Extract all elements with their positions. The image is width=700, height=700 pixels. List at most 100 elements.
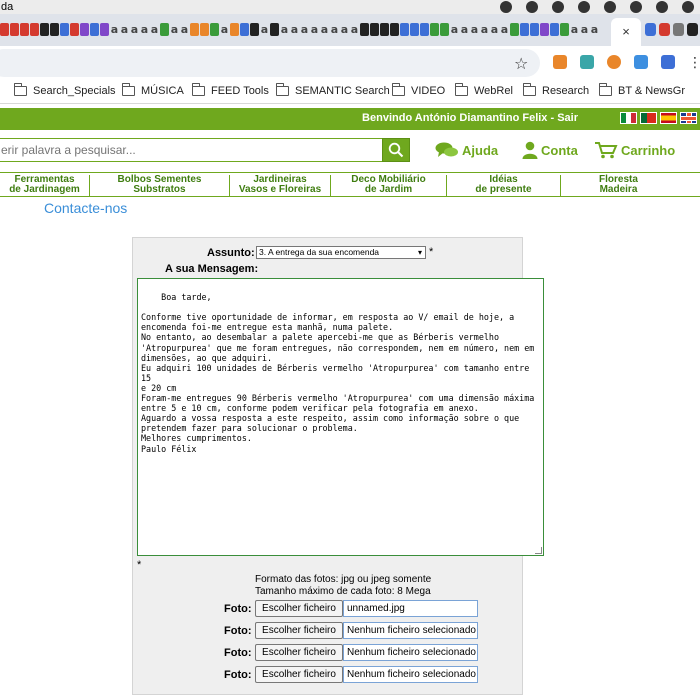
tab-favicon[interactable] (160, 23, 169, 36)
tab-favicon[interactable] (360, 23, 369, 36)
tab-favicon[interactable] (659, 23, 670, 36)
tab-favicon[interactable]: a (340, 23, 349, 36)
tab-favicon[interactable] (50, 23, 59, 36)
tab-favicon[interactable] (0, 23, 9, 36)
file-name-field[interactable]: Nenhum ficheiro selecionado (343, 622, 478, 639)
tab-favicon[interactable] (530, 23, 539, 36)
tab-favicon[interactable] (20, 23, 29, 36)
tail-tabs[interactable] (645, 23, 698, 36)
tab-favicon[interactable] (70, 23, 79, 36)
tab-favicon[interactable] (30, 23, 39, 36)
file-name-field[interactable]: unnamed.jpg (343, 600, 478, 617)
tab-favicon[interactable]: a (460, 23, 469, 36)
file-name-field[interactable]: Nenhum ficheiro selecionado (343, 666, 478, 683)
tab-favicon[interactable] (240, 23, 249, 36)
tab-favicon[interactable] (400, 23, 409, 36)
tab-favicon[interactable]: a (480, 23, 489, 36)
portuguese-flag-icon[interactable] (640, 112, 657, 124)
tab-favicon[interactable]: a (470, 23, 479, 36)
bookmark-folder[interactable]: MÚSICA (121, 83, 184, 97)
tab-favicon[interactable] (430, 23, 439, 36)
tab-favicon[interactable]: a (330, 23, 339, 36)
bookmark-folder[interactable]: WebRel (454, 83, 513, 97)
tab-favicon[interactable]: a (310, 23, 319, 36)
bookmark-folder[interactable]: VIDEO (391, 83, 445, 97)
tab-favicon[interactable]: a (300, 23, 309, 36)
bookmark-folder[interactable]: Search_Specials (13, 83, 116, 97)
tab-favicon[interactable] (100, 23, 109, 36)
bookmark-folder[interactable]: SEMANTIC Search (275, 83, 390, 97)
choose-file-button[interactable]: Escolher ficheiro (255, 600, 343, 617)
tab-favicon[interactable] (673, 23, 684, 36)
browser-menu-icon[interactable]: ⋮ (688, 54, 700, 71)
tray-icon[interactable] (682, 1, 694, 13)
tab-favicon[interactable] (200, 23, 209, 36)
account-link[interactable]: Conta (522, 141, 578, 159)
tray-icon[interactable] (578, 1, 590, 13)
category-item[interactable]: Jardineiras Vasos e Floreiras (229, 175, 330, 197)
bookmark-folder[interactable]: BT & NewsGr (598, 83, 685, 97)
tab-favicon[interactable] (210, 23, 219, 36)
tab-favicon[interactable]: a (220, 23, 229, 36)
tab-favicon[interactable]: a (140, 23, 149, 36)
choose-file-button[interactable]: Escolher ficheiro (255, 666, 343, 683)
tab-favicon[interactable] (250, 23, 259, 36)
help-link[interactable]: Ajuda (435, 141, 498, 159)
tab-favicon[interactable] (370, 23, 379, 36)
url-field[interactable] (0, 49, 540, 77)
subject-select[interactable]: 3. A entrega da sua encomenda ▾ (256, 246, 426, 259)
tab-favicon[interactable] (540, 23, 549, 36)
site-search-input[interactable] (0, 138, 382, 162)
category-item[interactable]: Deco Mobiliário de Jardim (330, 175, 446, 197)
tab-favicon[interactable]: a (490, 23, 499, 36)
tray-icon[interactable] (630, 1, 642, 13)
close-tab-icon[interactable]: × (622, 24, 630, 39)
tab-favicon[interactable]: a (570, 23, 579, 36)
tray-icon[interactable] (500, 1, 512, 13)
tab-favicon[interactable] (645, 23, 656, 36)
tab-favicon[interactable] (60, 23, 69, 36)
tab-favicon[interactable] (510, 23, 519, 36)
tab-favicon[interactable]: a (170, 23, 179, 36)
choose-file-button[interactable]: Escolher ficheiro (255, 622, 343, 639)
tab-favicon[interactable] (40, 23, 49, 36)
tab-favicon[interactable] (390, 23, 399, 36)
site-search-button[interactable] (382, 138, 410, 162)
tray-icon[interactable] (656, 1, 668, 13)
tab-favicon[interactable] (440, 23, 449, 36)
tab-favicon[interactable] (230, 23, 239, 36)
bookmark-folder[interactable]: Research (522, 83, 589, 97)
tab-favicon[interactable] (80, 23, 89, 36)
bookmark-star-icon[interactable]: ☆ (514, 54, 528, 74)
tab-favicon[interactable]: a (120, 23, 129, 36)
tab-favicon[interactable] (190, 23, 199, 36)
tab-favicon[interactable]: a (130, 23, 139, 36)
tab-favicon[interactable]: a (260, 23, 269, 36)
tab-favicon[interactable] (550, 23, 559, 36)
spanish-flag-icon[interactable] (660, 112, 677, 124)
tab-favicon[interactable]: a (450, 23, 459, 36)
tab-favicon[interactable]: a (500, 23, 509, 36)
resize-handle-icon[interactable] (535, 547, 542, 554)
welcome-message[interactable]: Benvindo António Diamantino Felix - Sair (362, 112, 578, 124)
tab-favicon[interactable]: a (150, 23, 159, 36)
tab-favicon[interactable]: a (290, 23, 299, 36)
english-flag-icon[interactable] (680, 112, 697, 124)
extension-icon[interactable] (634, 55, 648, 69)
tab-favicon[interactable]: a (320, 23, 329, 36)
category-item[interactable]: Ferramentas de Jardinagem (0, 175, 89, 197)
tab-favicon[interactable]: a (180, 23, 189, 36)
cart-link[interactable]: Carrinho (594, 141, 675, 159)
choose-file-button[interactable]: Escolher ficheiro (255, 644, 343, 661)
category-item[interactable]: Idéias de presente (446, 175, 560, 197)
message-textarea[interactable]: Boa tarde, Conforme tive oportunidade de… (137, 278, 544, 556)
tab-favicon[interactable] (90, 23, 99, 36)
tab-favicon[interactable] (560, 23, 569, 36)
extension-icon[interactable] (661, 55, 675, 69)
bookmark-folder[interactable]: FEED Tools (191, 83, 269, 97)
active-tab[interactable]: × (611, 18, 641, 46)
category-item[interactable]: Bolbos Sementes Substratos (89, 175, 229, 197)
file-name-field[interactable]: Nenhum ficheiro selecionado (343, 644, 478, 661)
tab-favicon[interactable]: a (280, 23, 289, 36)
tab-favicon[interactable] (10, 23, 19, 36)
